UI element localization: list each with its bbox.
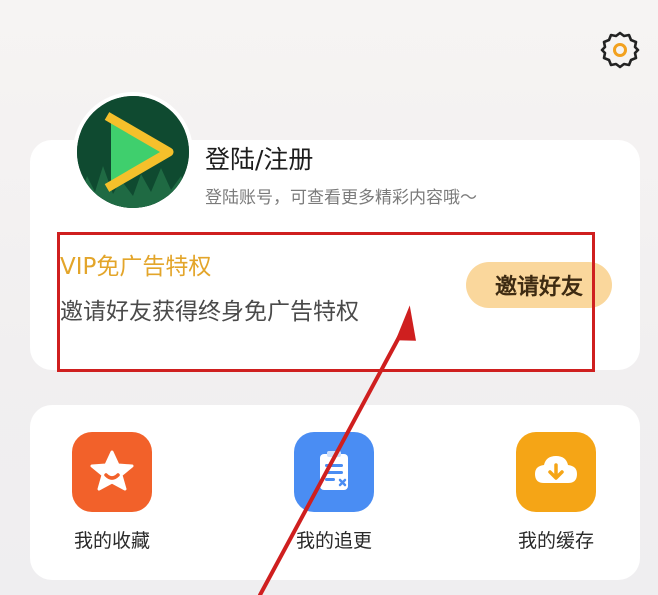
settings-button[interactable] [596, 26, 644, 74]
document-icon [320, 451, 348, 490]
favorites-action[interactable]: 我的收藏 [52, 432, 172, 553]
follow-updates-label: 我的追更 [295, 530, 372, 552]
login-title[interactable]: 登陆/注册 [205, 140, 313, 176]
downloads-label: 我的缓存 [517, 530, 594, 552]
cloud-download-icon [535, 456, 577, 483]
annotation-highlight-box [57, 232, 595, 372]
favorites-label: 我的收藏 [73, 530, 150, 552]
play-logo-icon [77, 96, 189, 208]
gear-icon [600, 31, 640, 69]
avatar[interactable] [77, 96, 189, 208]
follow-updates-tile [294, 432, 374, 512]
favorites-tile [72, 432, 152, 512]
downloads-action[interactable]: 我的缓存 [496, 432, 616, 553]
star-icon [90, 450, 134, 491]
downloads-tile [516, 432, 596, 512]
login-subtitle: 登陆账号，可查看更多精彩内容哦～ [205, 188, 477, 208]
follow-updates-action[interactable]: 我的追更 [274, 432, 394, 553]
